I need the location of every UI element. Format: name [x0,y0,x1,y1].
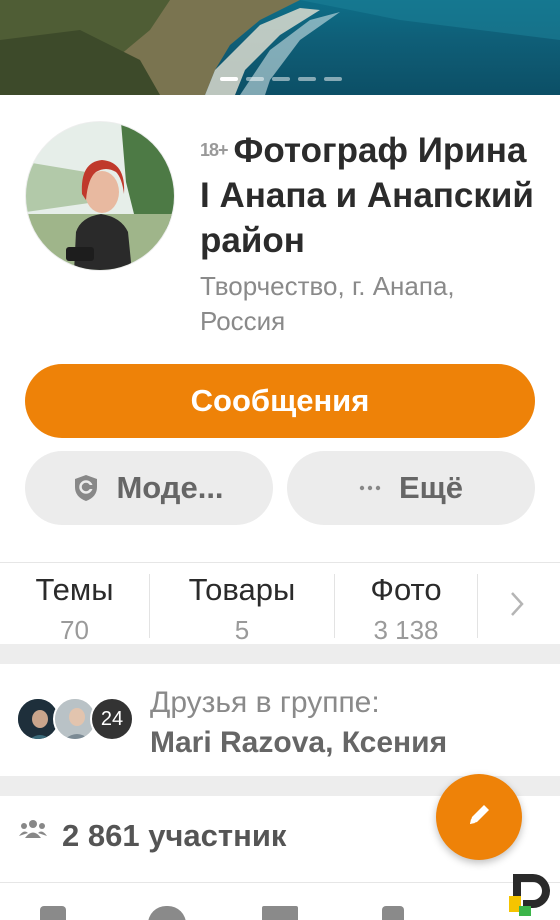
age-rating-badge: 18+ [200,140,229,160]
app-logo-icon [505,866,555,916]
tab-products[interactable]: Товары 5 [150,566,334,644]
cover-photo[interactable] [0,0,560,95]
tab-photos[interactable]: Фото 3 138 [335,566,477,644]
pagination-dot [246,77,264,81]
tab-label: Товары [188,572,296,607]
friends-title: Друзья в группе: [150,686,380,719]
members-count: 2 861 участник [62,818,287,853]
bottom-navigation [0,884,560,920]
moderation-label: Моде... [116,470,224,505]
moderation-button[interactable]: Моде... [25,451,273,525]
divider [0,562,560,563]
tab-divider [477,574,478,638]
chevron-right-icon[interactable] [507,590,527,623]
group-title-text: Фотограф Ирина I Анапа и Анапский район [200,131,534,260]
cover-pagination [220,77,342,81]
section-separator [0,644,560,664]
shield-icon [74,474,98,502]
tab-count: 70 [60,615,89,644]
people-icon [19,818,47,845]
divider [0,882,560,883]
compose-button[interactable] [436,774,522,860]
pagination-dot [272,77,290,81]
group-avatar[interactable] [25,121,175,271]
tab-count: 3 138 [373,615,439,644]
tab-count: 5 [234,615,250,644]
pencil-icon [466,802,492,833]
group-title: 18+ Фотограф Ирина I Анапа и Анапский рай… [200,128,540,263]
friends-extra-count: 24 [90,697,134,741]
friends-icon[interactable] [148,906,186,920]
pagination-dot [298,77,316,81]
more-dots-icon [359,485,381,491]
pagination-dot-active [220,77,238,81]
feed-icon[interactable] [40,906,66,920]
tab-label: Темы [35,572,114,607]
group-header: 18+ Фотограф Ирина I Анапа и Анапский рай… [200,128,540,339]
tab-label: Фото [370,572,442,607]
more-button[interactable]: Ещё [287,451,535,525]
friends-names[interactable]: Mari Razova, Ксения [150,726,447,760]
messages-button[interactable]: Сообщения [25,364,535,438]
tab-topics[interactable]: Темы 70 [0,566,149,644]
group-sections-tabs: Темы 70 Товары 5 Фото 3 138 [0,566,560,644]
group-subtitle: Творчество, г. Анапа, Россия [200,271,455,336]
friends-in-group[interactable]: 24 Друзья в группе: Mari Razova, Ксения [0,664,560,774]
music-icon[interactable] [382,906,404,920]
avatar-photo [26,122,174,270]
pagination-dot [324,77,342,81]
more-label: Ещё [398,470,464,505]
messages-icon[interactable] [262,906,298,920]
